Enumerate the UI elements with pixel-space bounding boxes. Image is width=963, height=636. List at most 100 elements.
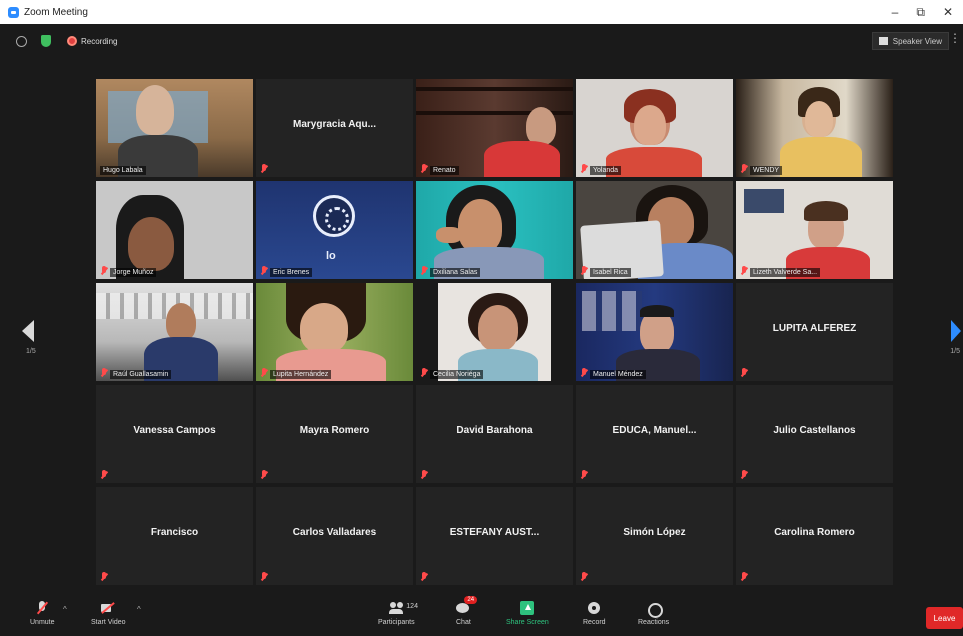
mic-muted-icon [260, 572, 268, 582]
participant-video [416, 181, 573, 279]
participant-name: Vanessa Campos [133, 425, 216, 436]
share-screen-button[interactable]: Share Screen [506, 601, 549, 626]
participant-tile[interactable]: Yolanda [576, 79, 733, 177]
window-controls: – ⧉ ✕ [892, 5, 953, 20]
mic-muted-icon [420, 164, 428, 174]
close-button[interactable]: ✕ [943, 5, 953, 20]
reactions-button[interactable]: Reactions [638, 601, 669, 626]
participant-tile[interactable]: Carolina Romero [736, 487, 893, 585]
participant-tile[interactable]: Isabel Rica [576, 181, 733, 279]
participant-video [416, 79, 573, 177]
participant-video [96, 283, 253, 381]
record-icon [587, 601, 601, 615]
mic-muted-icon [420, 572, 428, 582]
mic-muted-icon [100, 266, 108, 276]
meeting-controls-toolbar: Unmute ^ Start Video ^ 124 Participants … [0, 593, 963, 636]
share-screen-icon [520, 601, 535, 615]
share-screen-label: Share Screen [506, 619, 549, 626]
start-video-label: Start Video [91, 619, 126, 626]
participant-tile[interactable]: Cecilia Noriéga [416, 283, 573, 381]
mic-muted-icon [580, 470, 588, 480]
reactions-icon [647, 601, 663, 618]
participant-tile[interactable]: Vanessa Campos [96, 385, 253, 483]
participant-tile[interactable]: LUPITA ALFEREZ [736, 283, 893, 381]
participant-tile[interactable]: Hugo Labala [96, 79, 253, 177]
previous-page-arrow-icon[interactable] [22, 320, 34, 342]
participant-tile[interactable]: Dxiliana Salas [416, 181, 573, 279]
participant-tile[interactable]: EDUCA, Manuel... [576, 385, 733, 483]
participant-name-label: Yolanda [590, 166, 622, 175]
video-options-caret-icon[interactable]: ^ [137, 605, 141, 614]
mic-muted-icon [260, 368, 268, 378]
mic-muted-icon [580, 368, 588, 378]
restore-button[interactable]: ⧉ [916, 5, 925, 20]
participant-name: LUPITA ALFEREZ [772, 323, 857, 334]
participant-name-label: Dxiliana Salas [430, 268, 481, 277]
participant-name: Carlos Valladares [292, 527, 377, 538]
participant-video [576, 181, 733, 279]
participant-name: Julio Castellanos [773, 425, 856, 436]
participant-tile[interactable]: Lupita Hernández [256, 283, 413, 381]
participant-tile[interactable]: lo Eric Brenes [256, 181, 413, 279]
chat-button[interactable]: 24 Chat [456, 596, 478, 626]
shield-icon[interactable] [41, 35, 51, 47]
zoom-logo-icon [8, 6, 19, 18]
camera-off-icon [101, 601, 115, 615]
participant-tile[interactable]: Mayra Romero [256, 385, 413, 483]
leave-button[interactable]: Leave [926, 607, 963, 629]
participant-video: lo [256, 181, 413, 279]
participant-tile[interactable]: Carlos Valladares [256, 487, 413, 585]
gallery-grid: Hugo Labala Marygracia Aqu... Renato Yol… [96, 79, 893, 585]
mic-muted-icon [740, 368, 748, 378]
next-page-arrow-icon[interactable] [951, 320, 961, 342]
mic-muted-icon [420, 470, 428, 480]
participant-name-label: Lizeth Valverde Sa... [750, 268, 821, 277]
grid-icon [878, 37, 888, 45]
participant-video [576, 79, 733, 177]
mic-muted-icon [740, 572, 748, 582]
mic-muted-icon [100, 470, 108, 480]
participant-tile[interactable]: Simón López [576, 487, 733, 585]
minimize-button[interactable]: – [892, 5, 899, 20]
speaker-view-button[interactable]: Speaker View [871, 32, 949, 50]
participant-name: Marygracia Aqu... [293, 119, 376, 130]
window-title: Zoom Meeting [24, 6, 88, 18]
participant-video [96, 181, 253, 279]
mic-muted-icon [100, 572, 108, 582]
participant-tile[interactable]: Jorge Muñoz [96, 181, 253, 279]
participant-video [416, 283, 573, 381]
mic-muted-icon [740, 266, 748, 276]
participant-name-label: Isabel Rica [590, 268, 631, 277]
more-options-icon[interactable]: ⋮ [949, 32, 961, 44]
participants-count: 124 [406, 603, 418, 610]
record-button[interactable]: Record [583, 601, 606, 626]
mic-muted-icon [580, 572, 588, 582]
participant-name-label: Cecilia Noriéga [430, 370, 484, 379]
title-bar: Zoom Meeting – ⧉ ✕ [0, 0, 963, 24]
participant-name: Francisco [150, 527, 199, 538]
participant-tile[interactable]: Francisco [96, 487, 253, 585]
recording-icon [67, 36, 77, 46]
participant-tile[interactable]: WENDY [736, 79, 893, 177]
speaker-view-label: Speaker View [892, 36, 942, 46]
unmute-button[interactable]: Unmute [30, 601, 55, 626]
mic-muted-icon [420, 368, 428, 378]
participant-tile[interactable]: Raúl Guallasamin [96, 283, 253, 381]
start-video-button[interactable]: Start Video [91, 601, 126, 626]
participant-name-label: Lupita Hernández [270, 370, 332, 379]
participant-tile[interactable]: Renato [416, 79, 573, 177]
participant-tile[interactable]: Marygracia Aqu... [256, 79, 413, 177]
audio-options-caret-icon[interactable]: ^ [63, 605, 67, 614]
participant-tile[interactable]: Manuel Méndez [576, 283, 733, 381]
participant-tile[interactable]: Lizeth Valverde Sa... [736, 181, 893, 279]
participant-tile[interactable]: Julio Castellanos [736, 385, 893, 483]
participant-tile[interactable]: David Barahona [416, 385, 573, 483]
unmute-label: Unmute [30, 619, 55, 626]
participant-name: David Barahona [456, 425, 533, 436]
participant-tile[interactable]: ESTEFANY AUST... [416, 487, 573, 585]
info-icon[interactable] [16, 35, 27, 47]
participant-name: EDUCA, Manuel... [612, 425, 697, 436]
participants-button[interactable]: 124 Participants [378, 601, 418, 626]
participant-name: Mayra Romero [299, 425, 370, 436]
participant-video [256, 283, 413, 381]
